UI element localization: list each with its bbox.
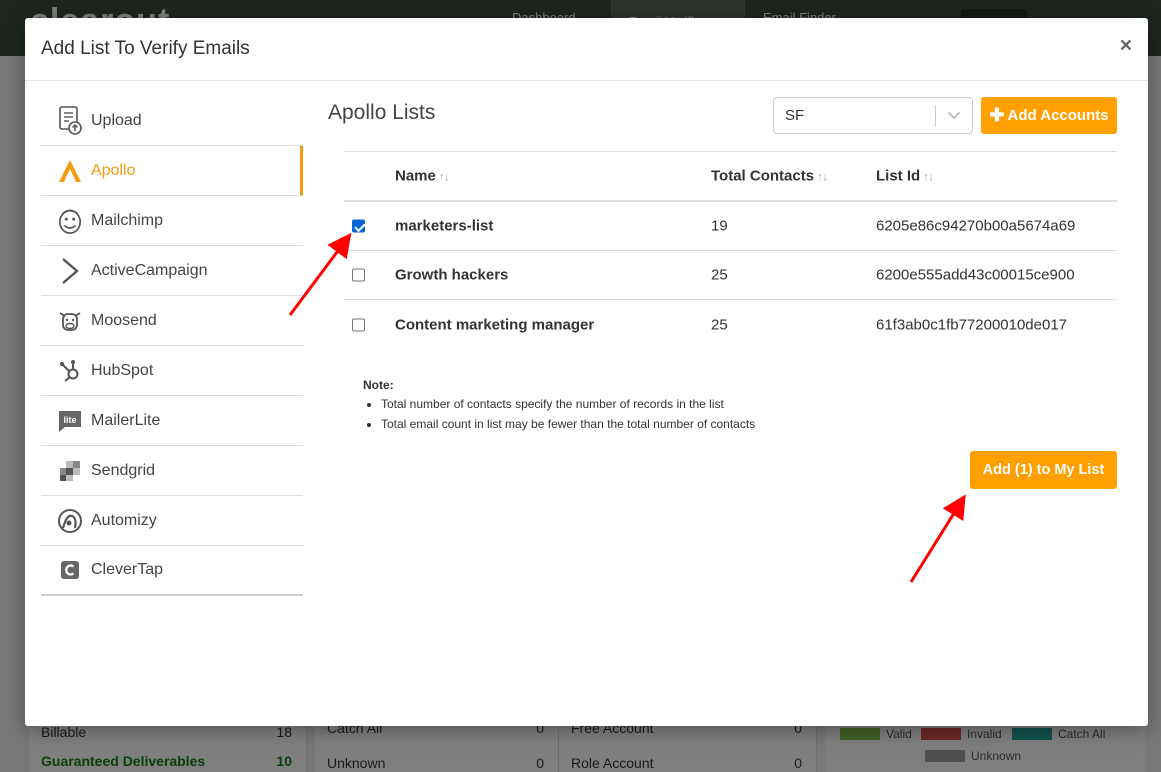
note-title: Note: xyxy=(363,378,394,392)
sendgrid-icon xyxy=(57,456,83,486)
sidebar-item-mailerlite[interactable]: lite MailerLite xyxy=(41,396,303,446)
column-header-total-contacts[interactable]: Total Contacts ↑↓ xyxy=(711,168,828,185)
sidebar-item-activecampaign[interactable]: ActiveCampaign xyxy=(41,246,303,296)
sidebar-item-label: ActiveCampaign xyxy=(91,261,208,279)
sidebar-item-label: CleverTap xyxy=(91,561,164,578)
note-list: Total number of contacts specify the num… xyxy=(363,397,755,431)
plus-icon: ✚ xyxy=(989,105,1005,125)
table-row: Content marketing manager 25 61f3ab0c1fb… xyxy=(344,300,1117,349)
sidebar-item-label: Upload xyxy=(91,111,142,129)
automizy-icon xyxy=(57,506,83,536)
sidebar-item-label: MailerLite xyxy=(91,411,161,429)
hubspot-icon xyxy=(57,356,83,386)
modal-title: Add List To Verify Emails xyxy=(41,38,250,59)
checkbox-unchecked[interactable] xyxy=(352,268,365,282)
table-row: Growth hackers 25 6200e555add43c00015ce9… xyxy=(344,251,1117,300)
sidebar-item-sendgrid[interactable]: Sendgrid xyxy=(41,446,303,496)
mailerlite-icon: lite xyxy=(57,406,83,436)
sidebar-item-mailchimp[interactable]: Mailchimp xyxy=(41,196,303,246)
mailchimp-icon xyxy=(57,206,83,236)
list-name: Content marketing manager xyxy=(395,316,595,333)
integration-sidebar: Upload Apollo Mailchimp ActiveCampaign M… xyxy=(41,96,303,596)
column-header-list-id[interactable]: List Id ↑↓ xyxy=(876,168,934,185)
checkbox-checked[interactable] xyxy=(352,219,365,233)
modal-header: Add List To Verify Emails × xyxy=(25,18,1148,81)
activecampaign-icon xyxy=(57,256,83,286)
list-total-contacts: 25 xyxy=(711,316,728,333)
sort-icon[interactable]: ↑↓ xyxy=(817,170,828,184)
add-accounts-label: Add Accounts xyxy=(1007,107,1109,124)
list-id: 61f3ab0c1fb77200010de017 xyxy=(876,316,1068,333)
list-id: 6205e86c94270b00a5674a69 xyxy=(876,217,1076,235)
apollo-icon xyxy=(57,156,83,186)
sidebar-item-label: Sendgrid xyxy=(91,461,156,479)
list-id: 6200e555add43c00015ce900 xyxy=(876,266,1075,284)
row-checkbox[interactable] xyxy=(352,268,365,282)
row-checkbox[interactable] xyxy=(352,318,365,331)
moosend-icon xyxy=(57,306,83,336)
sort-icon[interactable]: ↑↓ xyxy=(439,170,450,184)
apollo-lists-table: Name ↑↓ Total Contacts ↑↓ List Id ↑↓ market… xyxy=(344,151,1117,349)
table-row: marketers-list 19 6205e86c94270b00a5674a… xyxy=(344,202,1117,251)
row-checkbox[interactable] xyxy=(352,219,365,233)
svg-text:lite: lite xyxy=(63,415,76,425)
add-accounts-button[interactable]: ✚ Add Accounts xyxy=(981,97,1117,134)
add-to-my-list-button[interactable]: Add (1) to My List xyxy=(970,451,1117,489)
add-list-modal: Add List To Verify Emails × Upload Apoll… xyxy=(25,18,1148,726)
chevron-down-icon[interactable] xyxy=(936,111,972,120)
note-box: Note: Total number of contacts specify t… xyxy=(363,378,755,437)
list-total-contacts: 25 xyxy=(711,266,728,284)
sidebar-item-hubspot[interactable]: HubSpot xyxy=(41,346,303,396)
account-select[interactable]: SF xyxy=(773,97,973,134)
list-name: Growth hackers xyxy=(395,266,509,284)
clevertap-icon xyxy=(57,555,83,585)
sidebar-item-label: Automizy xyxy=(91,511,157,529)
list-name: marketers-list xyxy=(395,217,494,235)
sidebar-item-label: Apollo xyxy=(91,161,136,179)
sidebar-item-moosend[interactable]: Moosend xyxy=(41,296,303,346)
sidebar-item-automizy[interactable]: Automizy xyxy=(41,496,303,546)
sidebar-item-label: Moosend xyxy=(91,311,157,329)
sidebar-item-clevertap[interactable]: CleverTap xyxy=(41,546,303,596)
sidebar-item-apollo[interactable]: Apollo xyxy=(41,146,303,196)
list-total-contacts: 19 xyxy=(711,217,728,235)
sidebar-item-label: Mailchimp xyxy=(91,211,164,229)
sidebar-item-label: HubSpot xyxy=(91,361,154,379)
sort-icon[interactable]: ↑↓ xyxy=(923,170,934,184)
upload-icon xyxy=(57,105,83,136)
table-header: Name ↑↓ Total Contacts ↑↓ List Id ↑↓ xyxy=(344,152,1117,202)
checkbox-unchecked[interactable] xyxy=(352,318,365,331)
close-icon[interactable]: × xyxy=(1120,35,1132,56)
note-item: Total number of contacts specify the num… xyxy=(381,397,755,411)
column-header-name[interactable]: Name ↑↓ xyxy=(395,168,450,185)
sidebar-item-upload[interactable]: Upload xyxy=(41,96,303,146)
account-select-value: SF xyxy=(785,107,805,124)
note-item: Total email count in list may be fewer t… xyxy=(381,417,755,431)
section-title: Apollo Lists xyxy=(328,101,436,124)
